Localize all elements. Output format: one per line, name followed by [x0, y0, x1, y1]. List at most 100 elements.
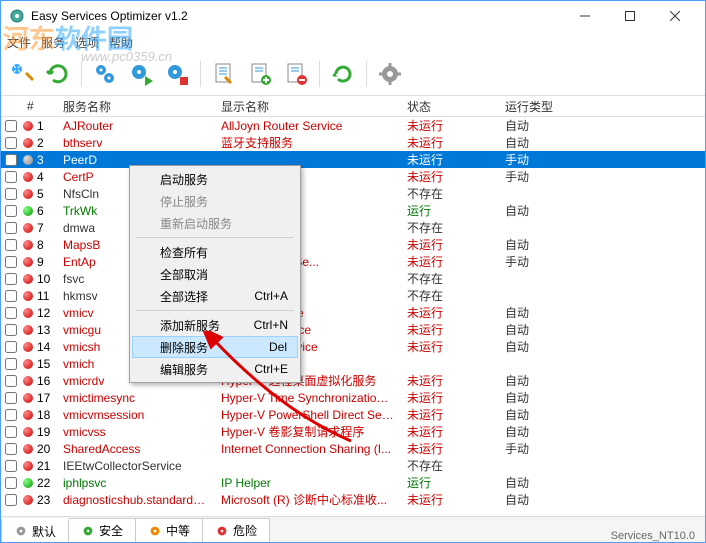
status-dot-icon [23, 393, 33, 403]
gear-orange-icon [148, 524, 162, 538]
table-row[interactable]: 1AJRouterAllJoyn Router Service未运行自动 [1, 117, 705, 134]
service-status: 未运行 [401, 372, 499, 389]
ctx-start-service[interactable]: 启动服务 [132, 168, 298, 190]
tool-doc-add-icon[interactable] [245, 59, 275, 89]
table-row[interactable]: 5NfsCln不存在 [1, 185, 705, 202]
startup-type: 自动 [499, 372, 705, 389]
table-row[interactable]: 23diagnosticshub.standardc...Microsoft (… [1, 491, 705, 508]
row-checkbox[interactable] [5, 222, 17, 234]
col-stat[interactable]: 状态 [401, 96, 499, 117]
table-row[interactable]: 2bthserv蓝牙支持服务未运行自动 [1, 134, 705, 151]
ctx-uncheck-all[interactable]: 全部取消 [132, 263, 298, 285]
table-row[interactable]: 7dmwa不存在 [1, 219, 705, 236]
table-row[interactable]: 18vmicvmsessionHyper-V PowerShell Direct… [1, 406, 705, 423]
tool-gears-blue-icon[interactable] [90, 59, 120, 89]
ctx-select-all[interactable]: 全部选择Ctrl+A [132, 285, 298, 307]
display-name: Hyper-V PowerShell Direct Ser... [215, 408, 401, 422]
table-row[interactable]: 6TrkWkTracking Client运行自动 [1, 202, 705, 219]
startup-type: 自动 [499, 304, 705, 321]
ctx-edit-service[interactable]: 编辑服务Ctrl+E [132, 358, 298, 380]
table-row[interactable]: 17vmictimesyncHyper-V Time Synchronizati… [1, 389, 705, 406]
row-checkbox[interactable] [5, 137, 17, 149]
row-checkbox[interactable] [5, 392, 17, 404]
service-name: IEEtwCollectorService [57, 459, 215, 473]
table-row[interactable]: 16vmicrdvHyper-V 远程桌面虚拟化服务未运行自动 [1, 372, 705, 389]
service-name: AJRouter [57, 119, 215, 133]
table-row[interactable]: 21IEEtwCollectorService不存在 [1, 457, 705, 474]
startup-type: 自动 [499, 406, 705, 423]
ctx-check-all[interactable]: 检查所有 [132, 241, 298, 263]
row-checkbox[interactable] [5, 358, 17, 370]
tool-gear-stop-icon[interactable] [162, 59, 192, 89]
row-checkbox[interactable] [5, 375, 17, 387]
row-checkbox[interactable] [5, 290, 17, 302]
table-row[interactable]: 8MapsBps Manager未运行自动 [1, 236, 705, 253]
tab-safe[interactable]: 安全 [68, 518, 136, 542]
table-row[interactable]: 15vmich [1, 355, 705, 372]
tab-danger[interactable]: 危险 [202, 518, 270, 542]
ctx-stop-service: 停止服务 [132, 190, 298, 212]
service-status: 未运行 [401, 151, 499, 168]
tool-gear-play-icon[interactable] [126, 59, 156, 89]
statusbar-info: Services_NT10.0 [601, 530, 705, 542]
service-name: vmicvmsession [57, 408, 215, 422]
tool-wrench-icon[interactable] [7, 59, 37, 89]
gear-red-icon [215, 524, 229, 538]
row-checkbox[interactable] [5, 324, 17, 336]
tool-settings-icon[interactable] [375, 59, 405, 89]
row-checkbox[interactable] [5, 239, 17, 251]
col-type[interactable]: 运行类型 [499, 96, 705, 117]
service-status: 未运行 [401, 117, 499, 134]
service-name: diagnosticshub.standardc... [57, 493, 215, 507]
table-row[interactable]: 12vmicvchange Service未运行自动 [1, 304, 705, 321]
status-dot-icon [23, 461, 33, 471]
services-grid[interactable]: 1AJRouterAllJoyn Router Service未运行自动2bth… [1, 117, 705, 516]
ctx-delete-service[interactable]: 删除服务Del [132, 336, 298, 358]
tab-default[interactable]: 默认 [1, 518, 69, 542]
table-row[interactable]: 14vmicshShutdown Service未运行自动 [1, 338, 705, 355]
row-checkbox[interactable] [5, 494, 17, 506]
row-checkbox[interactable] [5, 273, 17, 285]
col-num[interactable]: # [21, 97, 57, 115]
row-checkbox[interactable] [5, 307, 17, 319]
row-checkbox[interactable] [5, 154, 17, 166]
status-dot-icon [23, 291, 33, 301]
gear-green-icon [81, 524, 95, 538]
table-row[interactable]: 22iphlpsvcIP Helper运行自动 [1, 474, 705, 491]
row-checkbox[interactable] [5, 426, 17, 438]
row-checkbox[interactable] [5, 120, 17, 132]
table-row[interactable]: 20SharedAccessInternet Connection Sharin… [1, 440, 705, 457]
row-checkbox[interactable] [5, 409, 17, 421]
table-row[interactable]: 11hkmsv不存在 [1, 287, 705, 304]
table-row[interactable]: 10fsvc不存在 [1, 270, 705, 287]
table-row[interactable]: 19vmicvssHyper-V 卷影复制请求程序未运行自动 [1, 423, 705, 440]
table-row[interactable]: 4CertPagation未运行手动 [1, 168, 705, 185]
row-checkbox[interactable] [5, 171, 17, 183]
row-checkbox[interactable] [5, 256, 17, 268]
grid-header: # 服务名称 显示名称 状态 运行类型 [1, 95, 705, 117]
tool-refresh-green-icon[interactable] [43, 59, 73, 89]
ctx-add-service[interactable]: 添加新服务Ctrl+N [132, 314, 298, 336]
tool-reload-icon[interactable] [328, 59, 358, 89]
service-status: 不存在 [401, 287, 499, 304]
table-row[interactable]: 3PeerD未运行手动 [1, 151, 705, 168]
minimize-button[interactable] [562, 1, 607, 31]
row-checkbox[interactable] [5, 460, 17, 472]
row-checkbox[interactable] [5, 443, 17, 455]
maximize-button[interactable] [607, 1, 652, 31]
tool-doc-del-icon[interactable] [281, 59, 311, 89]
col-name[interactable]: 服务名称 [57, 96, 215, 117]
tab-medium[interactable]: 中等 [135, 518, 203, 542]
row-checkbox[interactable] [5, 205, 17, 217]
row-checkbox[interactable] [5, 477, 17, 489]
col-disp[interactable]: 显示名称 [215, 96, 401, 117]
row-checkbox[interactable] [5, 341, 17, 353]
tool-doc-edit-icon[interactable] [209, 59, 239, 89]
table-row[interactable]: 9EntApManagement Se...未运行手动 [1, 253, 705, 270]
startup-type: 自动 [499, 202, 705, 219]
table-row[interactable]: 13vmicguService Interface未运行自动 [1, 321, 705, 338]
close-button[interactable] [652, 1, 697, 31]
row-checkbox[interactable] [5, 188, 17, 200]
gear-icon [14, 524, 28, 538]
status-dot-icon [23, 223, 33, 233]
